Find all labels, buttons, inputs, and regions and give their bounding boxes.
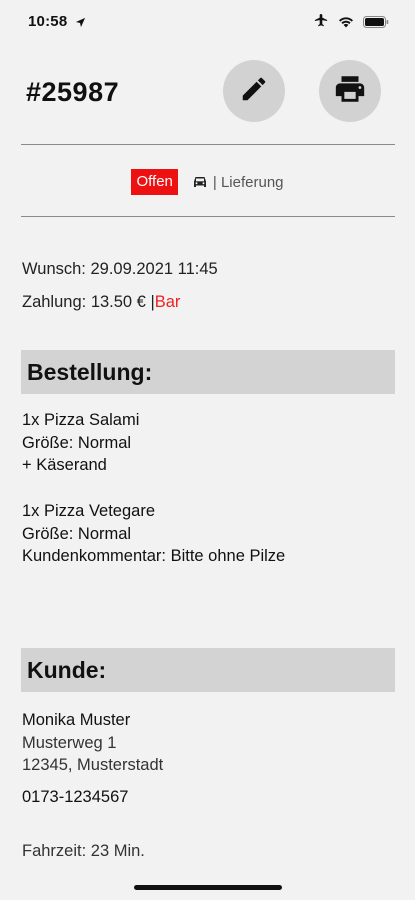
wunsch-label: Wunsch:	[22, 260, 86, 278]
customer-address: Monika Muster Musterweg 1 12345, Musters…	[22, 709, 163, 777]
divider-top	[21, 144, 395, 145]
home-indicator[interactable]	[134, 885, 282, 890]
payment-info: Zahlung: 13.50 € |Bar	[22, 293, 180, 312]
car-icon	[193, 176, 207, 188]
order-header: #25987	[0, 60, 415, 124]
wifi-icon	[338, 15, 354, 33]
location-arrow-icon	[75, 15, 86, 33]
status-bar: 10:58	[0, 0, 415, 44]
customer-section-header: Kunde:	[21, 648, 395, 692]
status-badge: Offen	[131, 169, 178, 195]
drive-time: Fahrzeit: 23 Min.	[22, 842, 145, 860]
pencil-icon	[239, 74, 269, 109]
order-status-row: Offen | Lieferung	[0, 168, 415, 196]
payment-method: Bar	[154, 293, 181, 311]
delivery-label: | Lieferung	[212, 173, 284, 191]
item-name: 1x Pizza Salami	[22, 411, 140, 429]
status-time: 10:58	[28, 13, 68, 30]
order-number: #25987	[26, 77, 120, 107]
wunsch-value: 29.09.2021 11:45	[90, 260, 218, 278]
order-section-header: Bestellung:	[21, 350, 395, 394]
edit-button[interactable]	[223, 60, 285, 122]
customer-street: Musterweg 1	[22, 733, 117, 752]
customer-name: Monika Muster	[22, 711, 131, 729]
customer-section-title: Kunde:	[27, 657, 107, 683]
zahlung-value: 13.50 € |	[90, 293, 155, 311]
customer-city: 12345, Musterstadt	[22, 756, 164, 774]
order-section-title: Bestellung:	[27, 359, 153, 385]
item-extra: + Käserand	[22, 456, 107, 474]
airplane-icon	[313, 14, 329, 33]
battery-icon	[363, 15, 389, 33]
order-item: 1x Pizza Salami Größe: Normal + Käserand	[22, 409, 139, 477]
item-size: Größe: Normal	[22, 433, 132, 452]
divider-bottom	[21, 216, 395, 217]
zahlung-label: Zahlung:	[22, 293, 87, 311]
print-button[interactable]	[319, 60, 381, 122]
order-item: 1x Pizza Vetegare Größe: Normal Kundenko…	[22, 500, 285, 568]
customer-phone[interactable]: 0173-1234567	[22, 788, 128, 807]
delivery-type: | Lieferung	[193, 174, 284, 191]
item-comment: Kundenkommentar: Bitte ohne Pilze	[22, 547, 286, 565]
item-name: 1x Pizza Vetegare	[22, 502, 155, 520]
printer-icon	[333, 72, 367, 111]
requested-time: Wunsch: 29.09.2021 11:45	[22, 260, 218, 279]
item-size: Größe: Normal	[22, 524, 132, 543]
